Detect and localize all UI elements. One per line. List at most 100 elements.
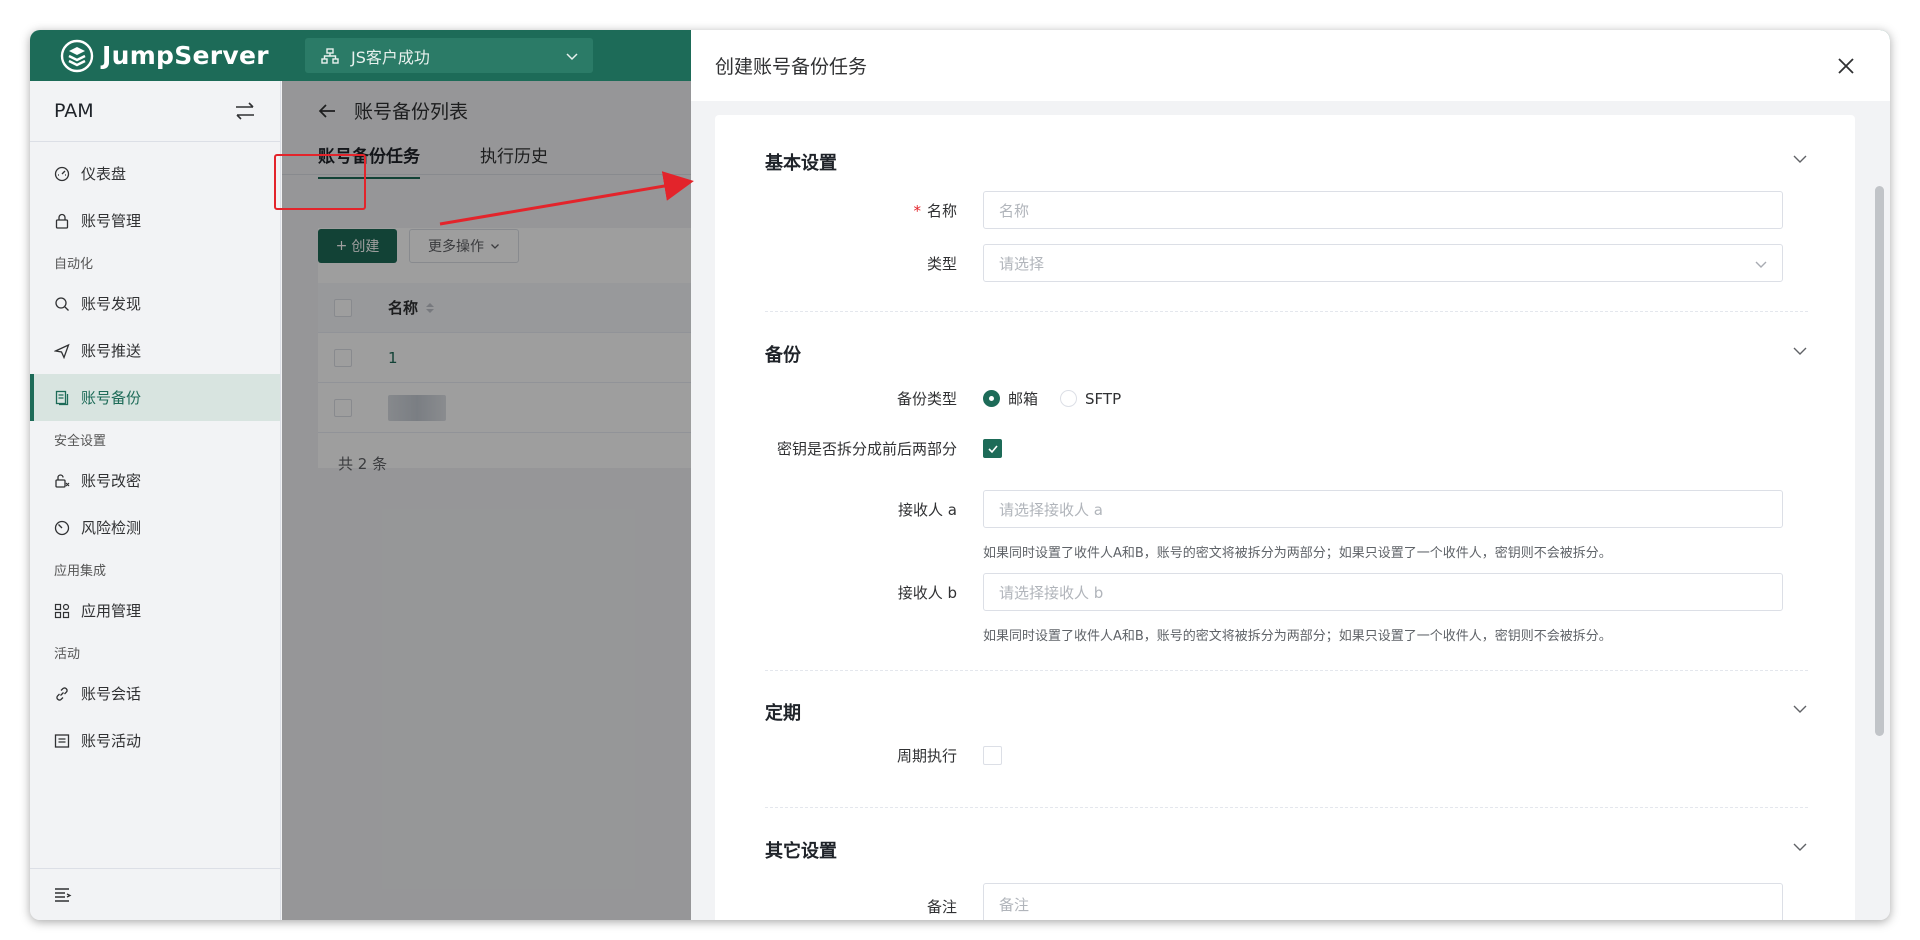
section-basic[interactable]: 基本设置 xyxy=(765,149,1808,175)
sidebar-group-security: 安全设置 xyxy=(54,433,107,449)
chevron-down-icon xyxy=(1755,261,1767,268)
section-divider xyxy=(765,807,1808,808)
required-marker: * xyxy=(913,201,921,220)
sidebar-item-app-management[interactable]: 应用管理 xyxy=(30,587,280,634)
sidebar-item-label: 账号管理 xyxy=(81,212,142,230)
risk-detect-icon xyxy=(54,520,70,536)
sidebar-item-account-push[interactable]: 账号推送 xyxy=(30,327,280,374)
switch-view-icon[interactable] xyxy=(234,102,256,120)
sidebar-item-risk-detection[interactable]: 风险检测 xyxy=(30,504,280,551)
chevron-down-icon xyxy=(566,52,578,60)
sidebar-item-account-backup[interactable]: 账号备份 xyxy=(30,374,280,421)
radio-dot-selected[interactable] xyxy=(983,390,1000,407)
recipient-a-select[interactable]: 请选择接收人 a xyxy=(983,490,1783,528)
sidebar-title: PAM xyxy=(54,100,94,122)
jumpserver-logo-icon xyxy=(60,39,94,72)
sidebar-item-label: 应用管理 xyxy=(81,602,142,620)
form-row-backup-type: 备份类型 邮箱 SFTP xyxy=(765,388,1808,409)
type-select[interactable]: 请选择 xyxy=(983,244,1783,282)
form-row-comment: 备注 备注 xyxy=(765,883,1808,920)
link-icon xyxy=(54,686,70,702)
drawer-title: 创建账号备份任务 xyxy=(715,56,868,78)
field-label: 接收人 a xyxy=(898,500,957,519)
section-other[interactable]: 其它设置 xyxy=(765,837,1808,863)
radio-sftp[interactable]: SFTP xyxy=(1060,390,1121,408)
radio-label: SFTP xyxy=(1085,389,1122,408)
sidebar-group-activity: 活动 xyxy=(54,646,81,662)
chevron-down-icon[interactable] xyxy=(1792,841,1808,853)
field-label: 接收人 b xyxy=(897,583,957,602)
sidebar-item-password-change[interactable]: 账号改密 xyxy=(30,457,280,504)
sidebar-item-account-management[interactable]: 账号管理 xyxy=(30,197,280,244)
comment-placeholder: 备注 xyxy=(999,896,1030,914)
sidebar-item-label: 账号改密 xyxy=(81,472,142,490)
collapse-menu-icon[interactable] xyxy=(54,887,72,903)
sidebar-item-label: 账号发现 xyxy=(81,295,142,313)
sidebar-item-dashboard[interactable]: 仪表盘 xyxy=(30,150,280,197)
sidebar-header: PAM xyxy=(30,81,280,142)
checkmark-icon xyxy=(987,444,998,453)
sidebar-item-account-sessions[interactable]: 账号会话 xyxy=(30,670,280,717)
recipient-b-hint: 如果同时设置了收件人A和B，账号的密文将被拆分为两部分；如果只设置了一个收件人，… xyxy=(983,629,1612,644)
section-divider xyxy=(765,311,1808,312)
form-row-name: * 名称 名称 xyxy=(765,191,1808,229)
sidebar-item-label: 账号会话 xyxy=(81,685,142,703)
search-icon xyxy=(54,296,70,312)
send-icon xyxy=(54,343,70,359)
periodic-checkbox[interactable] xyxy=(983,746,1002,765)
field-label: 类型 xyxy=(926,254,957,273)
chevron-down-icon[interactable] xyxy=(1792,703,1808,715)
create-task-drawer: 创建账号备份任务 基本设置 * 名称 名称 类型 请选择 备份 备份类型 邮箱 … xyxy=(691,30,1890,920)
form-row-periodic: 周期执行 xyxy=(765,745,1808,766)
recipient-a-placeholder: 请选择接收人 a xyxy=(999,500,1103,519)
lock-icon xyxy=(54,213,70,229)
name-input[interactable]: 名称 xyxy=(983,191,1783,229)
section-divider xyxy=(765,670,1808,671)
field-label: 密钥是否拆分成前后两部分 xyxy=(776,440,957,458)
sidebar-item-label: 仪表盘 xyxy=(81,165,127,183)
form-row-type: 类型 请选择 xyxy=(765,244,1808,282)
sidebar-group-app-integration: 应用集成 xyxy=(54,563,107,579)
comment-textarea[interactable]: 备注 xyxy=(983,883,1783,920)
radio-email[interactable]: 邮箱 xyxy=(983,388,1038,409)
split-key-checkbox[interactable] xyxy=(983,439,1002,458)
form-row-recipient-b: 接收人 b 请选择接收人 b xyxy=(765,573,1808,611)
form-card: 基本设置 * 名称 名称 类型 请选择 备份 备份类型 邮箱 SFTP 密钥是否… xyxy=(715,115,1855,920)
name-input-placeholder: 名称 xyxy=(999,201,1030,220)
radio-dot[interactable] xyxy=(1060,390,1078,407)
sidebar-item-label: 风险检测 xyxy=(81,519,142,537)
sidebar-item-account-discovery[interactable]: 账号发现 xyxy=(30,280,280,327)
chevron-down-icon[interactable] xyxy=(1792,153,1808,165)
logo[interactable]: JumpServer xyxy=(60,38,269,73)
section-title: 基本设置 xyxy=(765,153,837,174)
radio-label: 邮箱 xyxy=(1008,390,1039,408)
annotation-highlight-box xyxy=(274,154,366,210)
password-change-icon xyxy=(54,473,70,489)
type-select-placeholder: 请选择 xyxy=(999,254,1045,273)
section-backup[interactable]: 备份 xyxy=(765,341,1808,367)
sidebar-item-account-activity[interactable]: 账号活动 xyxy=(30,717,280,764)
section-periodic[interactable]: 定期 xyxy=(765,699,1808,725)
section-title: 定期 xyxy=(765,703,801,724)
drawer-scrollbar[interactable] xyxy=(1875,186,1884,736)
sidebar-item-label: 账号备份 xyxy=(81,389,142,407)
sidebar-group-automation: 自动化 xyxy=(54,256,94,272)
activity-icon xyxy=(54,733,70,749)
logo-text: JumpServer xyxy=(102,41,269,70)
org-selector-label: JS客户成功 xyxy=(351,47,430,67)
field-label: * 名称 xyxy=(913,201,957,220)
drawer-header: 创建账号备份任务 xyxy=(691,30,1890,101)
recipient-a-hint: 如果同时设置了收件人A和B，账号的密文将被拆分为两部分；如果只设置了一个收件人，… xyxy=(983,546,1612,561)
field-label: 备注 xyxy=(926,897,957,916)
form-row-recipient-a: 接收人 a 请选择接收人 a xyxy=(765,490,1808,528)
dashboard-icon xyxy=(54,166,70,182)
sidebar-item-label: 账号活动 xyxy=(81,732,142,750)
org-selector[interactable]: JS客户成功 xyxy=(305,38,593,73)
field-label: 备份类型 xyxy=(896,390,957,408)
recipient-b-select[interactable]: 请选择接收人 b xyxy=(983,573,1783,611)
close-icon[interactable] xyxy=(1836,56,1856,76)
chevron-down-icon[interactable] xyxy=(1792,345,1808,357)
field-label: 周期执行 xyxy=(896,747,957,765)
backup-icon xyxy=(54,390,70,406)
section-title: 其它设置 xyxy=(765,841,837,862)
